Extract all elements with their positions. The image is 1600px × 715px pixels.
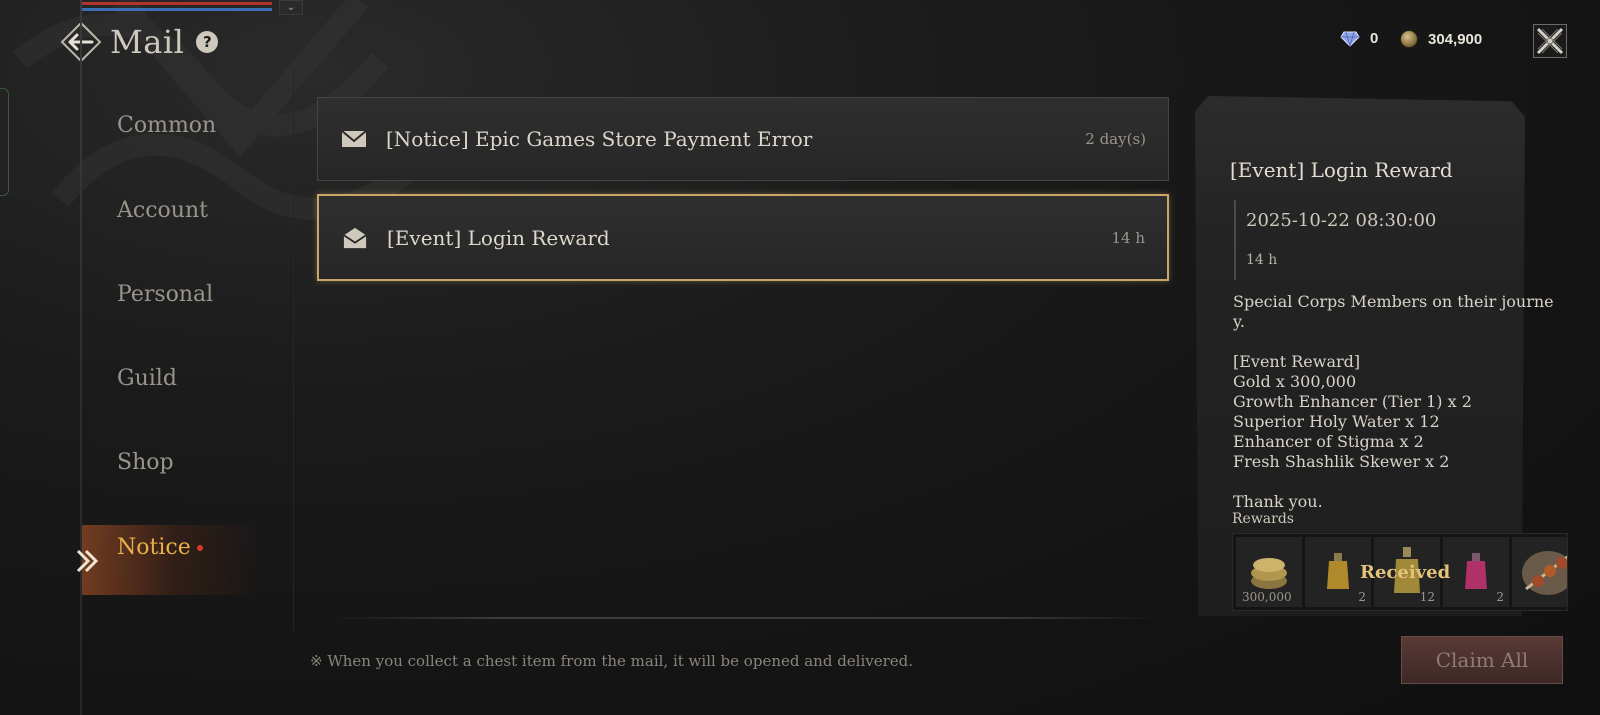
detail-body: Special Corps Members on their journe y.… — [1233, 292, 1554, 511]
mail-title: [Event] Login Reward — [387, 225, 610, 250]
sidebar-item-personal[interactable]: Personal — [117, 282, 213, 307]
help-icon[interactable]: ? — [196, 31, 219, 53]
sidebar-item-account[interactable]: Account — [117, 198, 208, 223]
mail-item[interactable]: [Notice] Epic Games Store Payment Error … — [317, 97, 1169, 181]
envelope-closed-icon — [341, 130, 367, 147]
gold-coin-icon — [1400, 30, 1418, 48]
mail-item-selected[interactable]: [Event] Login Reward 14 h — [317, 194, 1169, 281]
mail-time: 2 day(s) — [1085, 130, 1146, 148]
reward-quantity: 2 — [1358, 590, 1366, 604]
reward-quantity: 300,000 — [1242, 590, 1292, 604]
sidebar-divider — [293, 70, 294, 630]
reward-quantity: 2 — [1496, 590, 1504, 604]
detail-expiry: 14 h — [1246, 252, 1278, 268]
close-icon — [1536, 27, 1564, 55]
detail-title: [Event] Login Reward — [1230, 158, 1453, 182]
reward-slot[interactable] — [1512, 537, 1567, 607]
sidebar-item-shop[interactable]: Shop — [117, 450, 174, 475]
gold-currency: 304,900 — [1400, 30, 1482, 48]
gem-count: 0 — [1370, 30, 1379, 47]
sidebar-border — [80, 0, 82, 715]
sidebar-item-notice[interactable]: Notice — [117, 535, 191, 560]
chevron-down-icon[interactable]: ⌄ — [279, 0, 303, 15]
page-title: Mail — [110, 23, 185, 61]
claim-all-button[interactable]: Claim All — [1401, 636, 1563, 684]
reward-quantity: 12 — [1419, 590, 1435, 604]
gold-count: 304,900 — [1428, 30, 1483, 48]
detail-meta-bar — [1234, 200, 1236, 280]
list-divider — [330, 617, 1160, 619]
detail-date: 2025-10-22 08:30:00 — [1246, 210, 1437, 231]
envelope-open-icon — [343, 227, 367, 248]
skewer-icon — [1522, 551, 1567, 595]
reward-slot[interactable]: 2 — [1443, 537, 1509, 607]
sidebar-item-guild[interactable]: Guild — [117, 366, 177, 391]
page-header: Mail ? — [60, 20, 219, 64]
footnote-text: ※ When you collect a chest item from the… — [310, 652, 914, 670]
active-arrow-icon — [76, 549, 99, 573]
mp-bar — [82, 8, 272, 11]
hp-bar — [82, 2, 272, 5]
mail-title: [Notice] Epic Games Store Payment Error — [386, 127, 813, 151]
gem-currency: 0 — [1340, 30, 1378, 47]
received-status: Received — [1360, 562, 1451, 583]
mail-time: 14 h — [1111, 228, 1145, 247]
notification-dot — [197, 545, 203, 551]
diamond-icon — [1340, 31, 1360, 47]
rewards-label: Rewards — [1232, 511, 1294, 527]
sidebar-item-common[interactable]: Common — [117, 113, 216, 138]
reward-slot[interactable]: 300,000 — [1236, 537, 1302, 607]
left-edge-accent — [0, 88, 9, 196]
close-button[interactable] — [1533, 24, 1567, 58]
